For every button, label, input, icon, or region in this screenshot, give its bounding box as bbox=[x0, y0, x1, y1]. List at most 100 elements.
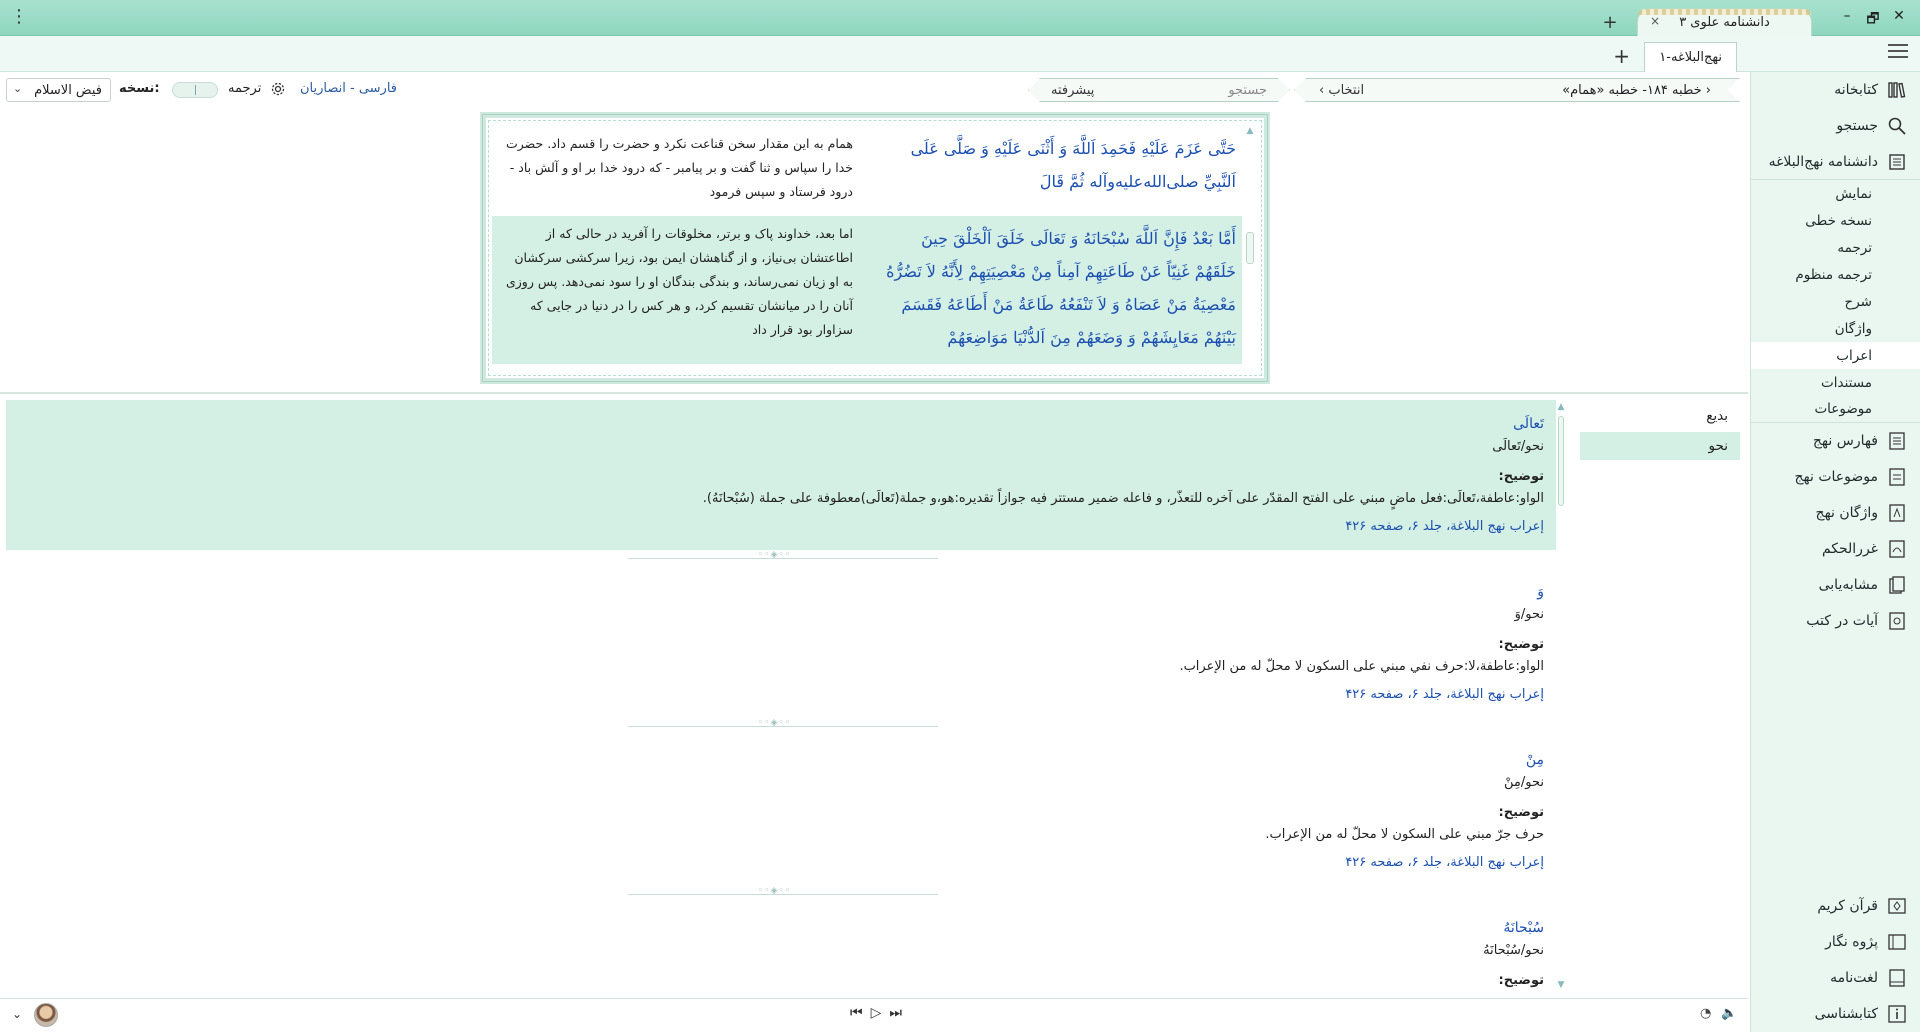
document-tabs-bar: نهج‌البلاغه-۱ + bbox=[0, 36, 1920, 72]
sidebar-sub-documents[interactable]: مستندات bbox=[1751, 369, 1920, 396]
list-item[interactable]: وَ نحو/وَ توضیح: الواو:عاطفة،لا:حرف نفي … bbox=[6, 568, 1556, 718]
translation-label: ترجمه bbox=[228, 81, 262, 96]
maximize-button[interactable]: 🗗 bbox=[1860, 8, 1886, 28]
translation-toggle[interactable] bbox=[172, 82, 218, 98]
entry-reference-link[interactable]: إعراب نهج البلاغة، جلد ۶، صفحه ۴۲۶ bbox=[6, 684, 1544, 706]
sidebar-item-indexes[interactable]: فهارس نهج bbox=[1751, 423, 1920, 459]
advanced-search-button[interactable]: پیشرفته bbox=[1029, 83, 1094, 98]
content-scrollbar[interactable]: ▲ ▼ bbox=[1555, 402, 1567, 990]
similar-icon bbox=[1886, 574, 1908, 596]
app-menu-icon[interactable]: ⋮ bbox=[10, 6, 28, 27]
previous-track-icon[interactable]: ⏮ bbox=[850, 1005, 863, 1021]
entry-reference-link[interactable]: إعراب نهج البلاغة، جلد ۶، صفحه ۴۲۶ bbox=[6, 852, 1544, 874]
text-segment[interactable]: حَتَّى عَزَمَ عَلَيْهِ فَحَمِدَ اَللَّهَ… bbox=[492, 126, 1242, 208]
sidebar-sub-display[interactable]: نمایش bbox=[1751, 180, 1920, 207]
scroll-up-icon[interactable]: ▲ bbox=[1244, 126, 1256, 136]
sidebar-item-nahj-vocabulary[interactable]: واژگان نهج bbox=[1751, 495, 1920, 531]
chevron-right-icon[interactable]: › bbox=[1319, 83, 1328, 98]
sidebar-item-library[interactable]: کتابخانه bbox=[1751, 72, 1920, 108]
scroll-thumb[interactable] bbox=[1558, 416, 1564, 506]
quran-icon bbox=[1886, 895, 1908, 917]
speed-icon[interactable]: ◔ bbox=[1700, 1006, 1711, 1021]
list-item[interactable]: تَعالَی نحو/تَعالَی توضیح: الواو:عاطفة،ت… bbox=[6, 400, 1556, 550]
text-panel-scrollbar[interactable]: ▲ bbox=[1244, 126, 1256, 368]
sidebar-item-label: دانشنامه نهج‌البلاغه bbox=[1768, 153, 1878, 170]
audio-controls: ⏮ ▷ ⏭ bbox=[850, 1005, 902, 1021]
volume-icon[interactable]: 🔈 bbox=[1721, 1006, 1737, 1021]
ghurar-icon bbox=[1886, 538, 1908, 560]
sermon-breadcrumb[interactable]: ‹ خطبه ۱۸۴- خطبه «همام» انتخاب › bbox=[1294, 78, 1740, 102]
sidebar-item-encyclopedia[interactable]: دانشنامه نهج‌البلاغه bbox=[1751, 144, 1920, 180]
sidebar-item-nahj-topics[interactable]: موضوعات نهج bbox=[1751, 459, 1920, 495]
category-nahw[interactable]: نحو bbox=[1580, 432, 1740, 460]
list-item[interactable]: مِنْ نحو/مِنْ توضیح: حرف جرّ مبني علی ال… bbox=[6, 736, 1556, 886]
sidebar-item-search[interactable]: جستجو bbox=[1751, 108, 1920, 144]
entry-description: حرف جرّ مبني علی السکون لا محلّ له من ال… bbox=[1265, 827, 1544, 842]
sidebar-sub-translation[interactable]: ترجمه bbox=[1751, 234, 1920, 261]
chevron-down-icon: ⌄ bbox=[13, 82, 23, 95]
sidebar-item-label: فهارس نهج bbox=[1812, 433, 1878, 449]
sidebar: کتابخانه جستجو دانشنامه نهج‌البلاغه نمای… bbox=[1750, 72, 1920, 1032]
search-input[interactable] bbox=[1169, 83, 1289, 98]
scroll-up-icon[interactable]: ▲ bbox=[1555, 402, 1567, 412]
sidebar-sub-manuscript[interactable]: نسخه خطی bbox=[1751, 207, 1920, 234]
sidebar-item-verses[interactable]: آیات در کتب bbox=[1751, 603, 1920, 639]
gear-icon[interactable] bbox=[270, 81, 286, 97]
topics-icon bbox=[1886, 466, 1908, 488]
dictionary-icon bbox=[1886, 967, 1908, 989]
avatar[interactable] bbox=[34, 1003, 58, 1027]
scroll-thumb[interactable] bbox=[1246, 232, 1254, 264]
search-icon bbox=[1886, 115, 1908, 137]
sidebar-bottom-group: قرآن کریم پژوه نگار لغت‌نامه کتابشناسی bbox=[1751, 888, 1920, 1032]
entry-reference-link[interactable]: إعراب نهج البلاغة، جلد ۶، صفحه ۴۲۶ bbox=[6, 516, 1544, 538]
sidebar-item-label: واژگان نهج bbox=[1815, 505, 1878, 521]
tab-nahj-1[interactable]: نهج‌البلاغه-۱ bbox=[1644, 42, 1737, 72]
sidebar-sub-commentary[interactable]: شرح bbox=[1751, 288, 1920, 315]
sidebar-item-ghurar[interactable]: غررالحکم bbox=[1751, 531, 1920, 567]
category-badi[interactable]: بدیع bbox=[1580, 402, 1740, 430]
entry-label: توضیح: bbox=[1498, 973, 1544, 988]
sidebar-item-quran[interactable]: قرآن کریم bbox=[1751, 888, 1920, 924]
sidebar-item-label: کتابخانه bbox=[1834, 82, 1878, 98]
ornament-divider bbox=[6, 886, 1556, 904]
close-tab-icon[interactable]: × bbox=[1650, 14, 1660, 28]
sidebar-sub-vocabulary[interactable]: واژگان bbox=[1751, 315, 1920, 342]
entry-path: نحو/تَعالَی bbox=[1492, 439, 1544, 454]
entry-description: الواو:عاطفة،لا:حرف نفي مبني علی السکون ل… bbox=[1179, 659, 1544, 674]
entry-word: سُبْحانَهُ bbox=[1503, 920, 1544, 936]
entry-description: الواو:عاطفة،تَعالَی:فعل ماضٍ مبني علی ال… bbox=[702, 491, 1544, 506]
sidebar-item-similarity[interactable]: مشابه‌یابی bbox=[1751, 567, 1920, 603]
breadcrumb-prev-icon[interactable]: ‹ bbox=[1702, 83, 1711, 98]
select-label[interactable]: انتخاب bbox=[1328, 83, 1364, 98]
sidebar-item-research[interactable]: پژوه نگار bbox=[1751, 924, 1920, 960]
hamburger-menu-icon[interactable] bbox=[1888, 44, 1908, 60]
vocabulary-icon bbox=[1886, 502, 1908, 524]
sidebar-item-bibliography[interactable]: کتابشناسی bbox=[1751, 996, 1920, 1032]
irab-category-list: بدیع نحو bbox=[1580, 402, 1740, 462]
minimize-button[interactable]: – bbox=[1834, 8, 1860, 28]
add-document-tab-button[interactable]: + bbox=[1613, 44, 1630, 68]
play-icon[interactable]: ▷ bbox=[871, 1005, 882, 1021]
sidebar-sub-irab[interactable]: اعراب bbox=[1751, 342, 1920, 369]
scroll-down-icon[interactable]: ▼ bbox=[1555, 980, 1567, 990]
research-icon bbox=[1886, 931, 1908, 953]
sidebar-sub-verse-translation[interactable]: ترجمه منظوم bbox=[1751, 261, 1920, 288]
library-icon bbox=[1886, 79, 1908, 101]
panel-splitter[interactable] bbox=[0, 392, 1748, 394]
list-item[interactable]: سُبْحانَهُ نحو/سُبْحانَهُ توضیح: bbox=[6, 904, 1556, 992]
version-select[interactable]: فیض الاسلام ⌄ bbox=[6, 78, 111, 102]
persian-translation: اما بعد، خداوند پاک و برتر، مخلوقات را آ… bbox=[505, 226, 853, 337]
new-tab-button[interactable]: + bbox=[1600, 12, 1620, 33]
chevron-down-icon[interactable]: ⌄ bbox=[12, 1007, 22, 1021]
app-tab[interactable]: دانشنامه علوی ۳ × bbox=[1637, 8, 1812, 36]
translation-language-link[interactable]: فارسی - انصاریان bbox=[300, 81, 397, 96]
sidebar-sub-topics[interactable]: موضوعات bbox=[1751, 396, 1920, 423]
toolbar: ‹ خطبه ۱۸۴- خطبه «همام» انتخاب › پیشرفته… bbox=[0, 72, 1750, 108]
next-track-icon[interactable]: ⏭ bbox=[889, 1005, 902, 1021]
sidebar-item-dictionary[interactable]: لغت‌نامه bbox=[1751, 960, 1920, 996]
index-icon bbox=[1886, 430, 1908, 452]
sidebar-item-label: مشابه‌یابی bbox=[1818, 577, 1878, 593]
window-close-button[interactable]: ✕ bbox=[1886, 8, 1912, 28]
text-segment-active[interactable]: أَمَّا بَعْدُ فَإِنَّ اَللَّهَ سُبْحَانَ… bbox=[492, 216, 1242, 364]
ornament-divider bbox=[6, 718, 1556, 736]
